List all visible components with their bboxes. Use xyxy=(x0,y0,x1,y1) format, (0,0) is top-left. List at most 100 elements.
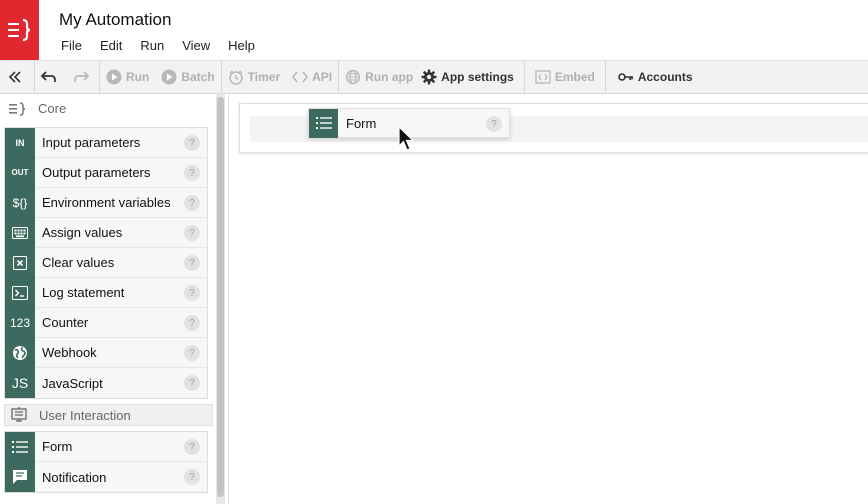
app-header: My Automation File Edit Run View Help xyxy=(0,0,868,60)
counter-icon: 123 xyxy=(5,307,35,338)
menu-bar: File Edit Run View Help xyxy=(61,38,273,53)
clear-icon xyxy=(5,247,35,278)
app-logo[interactable] xyxy=(0,0,39,60)
sidebar-item-form[interactable]: Form ? xyxy=(5,431,207,462)
drag-chip-label: Form xyxy=(346,115,377,131)
sidebar-item-log-statement[interactable]: Log statement ? xyxy=(5,277,207,308)
item-label: Clear values xyxy=(42,255,115,270)
user-interaction-item-list: Form ? Notification ? xyxy=(4,431,208,493)
list-icon xyxy=(5,431,35,462)
workflow-canvas[interactable] xyxy=(228,95,868,504)
item-label: Output parameters xyxy=(42,165,151,180)
sidebar-item-webhook[interactable]: Webhook ? xyxy=(5,337,207,368)
section-header-user-interaction[interactable]: User Interaction xyxy=(4,404,213,426)
api-label: API xyxy=(312,70,333,84)
batch-label: Batch xyxy=(181,70,215,84)
key-icon xyxy=(618,73,633,81)
sidebar-scrollbar[interactable] xyxy=(216,94,225,504)
help-icon[interactable]: ? xyxy=(184,195,200,211)
input-icon: IN xyxy=(5,127,35,158)
menu-view[interactable]: View xyxy=(182,38,210,53)
item-label: Input parameters xyxy=(42,135,141,150)
sidebar-item-notification[interactable]: Notification ? xyxy=(5,462,207,492)
item-label: Form xyxy=(42,439,73,454)
timer-label: Timer xyxy=(247,70,281,84)
help-icon[interactable]: ? xyxy=(184,225,200,241)
help-icon[interactable]: ? xyxy=(184,285,200,301)
sidebar-item-input-parameters[interactable]: IN Input parameters ? xyxy=(5,127,207,158)
collapse-sidebar-button[interactable] xyxy=(0,61,34,93)
help-icon[interactable]: ? xyxy=(184,345,200,361)
sidebar-item-clear-values[interactable]: Clear values ? xyxy=(5,247,207,278)
menu-help[interactable]: Help xyxy=(228,38,255,53)
code-brackets-icon xyxy=(292,71,309,83)
play-circle-icon xyxy=(106,69,122,85)
batch-button[interactable]: Batch xyxy=(155,61,220,93)
sidebar-item-output-parameters[interactable]: OUT Output parameters ? xyxy=(5,157,207,188)
help-icon[interactable]: ? xyxy=(184,315,200,331)
app-title[interactable]: My Automation xyxy=(59,10,171,30)
item-label: Webhook xyxy=(42,345,97,360)
item-label: Environment variables xyxy=(42,195,171,210)
app-settings-button[interactable]: App settings xyxy=(419,61,520,93)
scrollbar-thumb[interactable] xyxy=(217,97,224,497)
gear-icon xyxy=(421,69,437,85)
menu-run[interactable]: Run xyxy=(140,38,164,53)
sidebar-item-environment-variables[interactable]: ${} Environment variables ? xyxy=(5,187,207,218)
javascript-icon: JS xyxy=(5,368,35,398)
run-app-button[interactable]: Run app xyxy=(339,61,419,93)
sidebar-item-javascript[interactable]: JS JavaScript ? xyxy=(5,368,207,398)
list-icon xyxy=(309,108,338,138)
user-interaction-icon xyxy=(9,407,29,423)
help-icon[interactable]: ? xyxy=(184,469,200,485)
embed-label: Embed xyxy=(554,70,595,84)
section-title: User Interaction xyxy=(39,407,131,423)
item-label: Log statement xyxy=(42,285,125,300)
section-header-core[interactable]: Core xyxy=(0,94,216,123)
chat-icon xyxy=(5,462,35,492)
undo-icon xyxy=(41,71,56,82)
help-icon[interactable]: ? xyxy=(486,116,502,132)
play-circle-icon xyxy=(161,69,177,85)
output-icon: OUT xyxy=(5,157,35,188)
help-icon[interactable]: ? xyxy=(184,135,200,151)
mouse-cursor-icon xyxy=(398,125,416,157)
variable-icon: ${} xyxy=(5,187,35,218)
embed-icon xyxy=(535,70,551,84)
redo-button[interactable] xyxy=(67,61,99,93)
core-icon xyxy=(8,101,28,116)
sidebar: Core IN Input parameters ? OUT Output pa… xyxy=(0,94,216,504)
toolbar: Run Batch Timer API Run app App settings… xyxy=(0,60,868,94)
menu-edit[interactable]: Edit xyxy=(100,38,122,53)
item-label: JavaScript xyxy=(42,375,103,391)
api-button[interactable]: API xyxy=(286,61,338,93)
alarm-clock-icon xyxy=(228,70,243,85)
keyboard-icon xyxy=(5,217,35,248)
section-title: Core xyxy=(38,101,67,116)
menu-file[interactable]: File xyxy=(61,38,82,53)
item-label: Assign values xyxy=(42,225,123,240)
app-settings-label: App settings xyxy=(441,70,514,84)
help-icon[interactable]: ? xyxy=(184,165,200,181)
globe-icon xyxy=(5,337,35,368)
core-item-list: IN Input parameters ? OUT Output paramet… xyxy=(4,127,208,399)
undo-button[interactable] xyxy=(35,61,67,93)
logo-icon xyxy=(7,18,30,42)
accounts-label: Accounts xyxy=(637,70,693,84)
accounts-button[interactable]: Accounts xyxy=(606,61,699,93)
run-app-label: Run app xyxy=(365,70,414,84)
double-chevron-left-icon xyxy=(8,71,21,83)
redo-icon xyxy=(74,71,89,82)
timer-button[interactable]: Timer xyxy=(222,61,286,93)
run-button[interactable]: Run xyxy=(100,61,155,93)
help-icon[interactable]: ? xyxy=(184,439,200,455)
help-icon[interactable]: ? xyxy=(184,375,200,391)
run-label: Run xyxy=(126,70,150,84)
help-icon[interactable]: ? xyxy=(184,255,200,271)
terminal-icon xyxy=(5,277,35,308)
globe-icon xyxy=(346,69,361,85)
item-label: Notification xyxy=(42,469,107,485)
sidebar-item-assign-values[interactable]: Assign values ? xyxy=(5,217,207,248)
embed-button[interactable]: Embed xyxy=(525,61,601,93)
sidebar-item-counter[interactable]: 123 Counter ? xyxy=(5,307,207,338)
